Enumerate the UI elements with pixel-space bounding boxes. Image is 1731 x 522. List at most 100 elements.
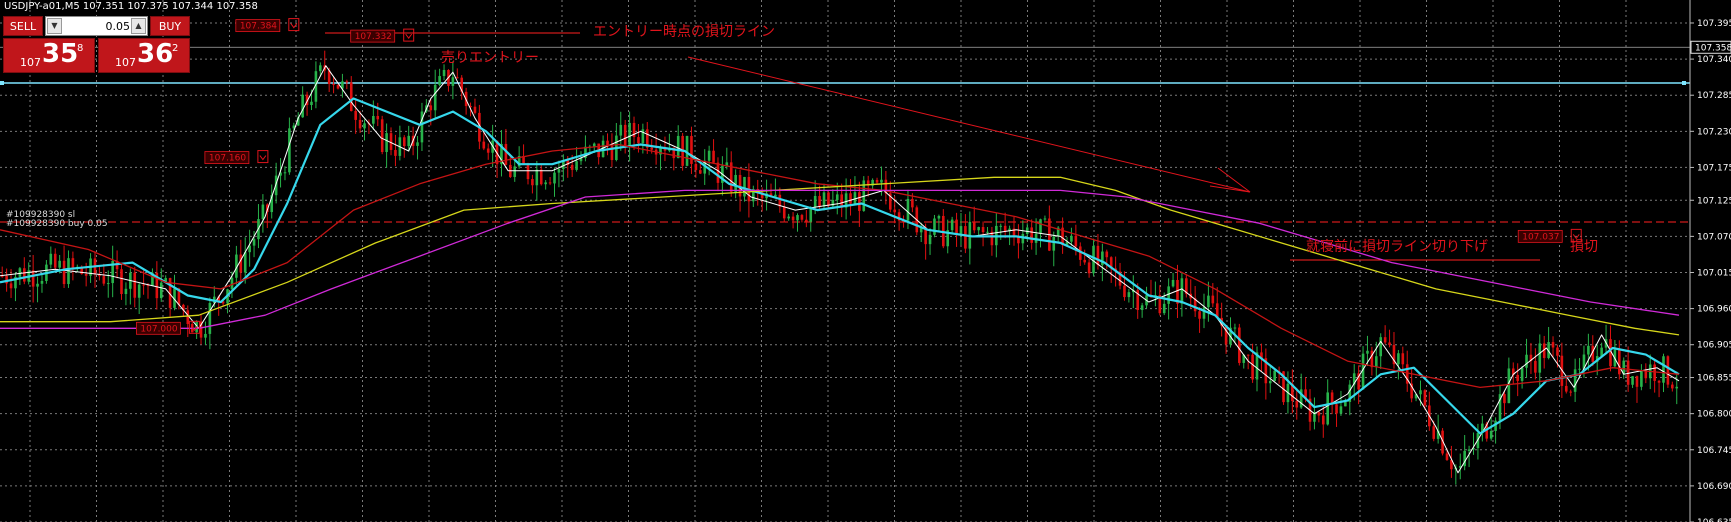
candle-body: [937, 215, 941, 219]
price-tick-label: 107.070: [1697, 232, 1731, 242]
candle-body: [1344, 401, 1347, 407]
buy-button[interactable]: BUY: [150, 16, 190, 36]
candle-body: [473, 106, 477, 113]
lot-decrease-icon[interactable]: ▼: [47, 18, 62, 34]
annotation-stop-out: 損切: [1570, 239, 1598, 255]
candle-body: [1507, 368, 1511, 404]
candle-body: [1268, 381, 1272, 384]
price-tick-label: 107.175: [1697, 163, 1731, 173]
price-tick-label: 106.635: [1697, 518, 1731, 522]
candle-body: [1238, 327, 1241, 363]
candle-body: [345, 81, 349, 83]
candle-body: [239, 254, 243, 273]
trade-arrow-glyph: [290, 23, 298, 29]
buy-price-pip: 2: [172, 43, 179, 54]
candle-body: [1295, 401, 1299, 408]
candle-body: [31, 270, 35, 287]
candle-body: [1335, 404, 1338, 414]
candle-body: [553, 172, 556, 184]
candle-body: [433, 84, 437, 111]
candle-body: [1401, 353, 1405, 365]
candle-body: [120, 269, 123, 295]
candle-body: [319, 65, 322, 72]
candle-body: [416, 142, 419, 146]
ma-line-2: [0, 97, 1680, 435]
candle-body: [363, 123, 366, 129]
sell-button[interactable]: SELL: [3, 16, 43, 36]
candle-body: [482, 141, 486, 149]
candle-body: [429, 105, 433, 111]
symbol-header: USDJPY-a01,M5 107.351 107.375 107.344 10…: [4, 1, 258, 12]
one-click-trading-panel: SELL ▼ ▲ BUY 107 35 8 107 36 2: [3, 16, 190, 73]
candle-body: [959, 226, 963, 234]
candle-body: [288, 128, 291, 173]
candle-body: [71, 258, 75, 268]
order-buy-label: #109928390 buy 0.05: [6, 219, 108, 229]
candle-body: [782, 206, 786, 219]
candle-body: [535, 169, 539, 186]
trade-price-label: 107.160: [209, 154, 246, 164]
candle-body: [1251, 354, 1254, 380]
candle-body: [1043, 218, 1047, 220]
candle-body: [928, 234, 932, 245]
lot-size-stepper[interactable]: ▼ ▲: [45, 16, 148, 36]
candle-body: [106, 283, 110, 285]
candle-body: [1564, 385, 1568, 392]
price-chart[interactable]: 107.384 107.332 107.160 107.000 107.037 107.…: [0, 0, 1731, 522]
sell-price-button[interactable]: 107 35 8: [3, 38, 95, 73]
trade-arrow-marker: [288, 18, 300, 32]
candle-body: [1162, 303, 1166, 314]
candle-body: [1070, 235, 1073, 242]
price-tick-label: 107.395: [1697, 19, 1731, 29]
candle-body: [1640, 370, 1643, 387]
current-price-label: 107.358: [1695, 43, 1731, 53]
candle-body: [142, 284, 145, 286]
candle-body: [124, 288, 128, 295]
candle-body: [999, 225, 1003, 227]
candle-body: [972, 221, 976, 231]
candle-body: [818, 195, 821, 207]
alert-line-handle-right: [1682, 81, 1686, 85]
trend-arrow: [687, 56, 1251, 193]
candle-body: [575, 161, 578, 170]
candle-body: [1538, 343, 1542, 373]
candle-body: [805, 219, 808, 222]
trend-arrow-line: [687, 56, 1251, 193]
alert-line-handle-left: [0, 81, 4, 85]
candle-body: [349, 82, 353, 111]
lot-increase-icon[interactable]: ▲: [131, 18, 146, 34]
horizontal-lines: [0, 32, 1690, 261]
candle-body: [858, 192, 861, 211]
candle-body: [1534, 360, 1537, 373]
candle-body: [1233, 327, 1237, 329]
candle-body: [813, 195, 817, 208]
ma-line-3: [0, 143, 1680, 389]
candle-body: [526, 164, 530, 180]
candle-body: [1631, 376, 1634, 385]
candle-body: [1516, 374, 1519, 381]
candle-body: [1626, 360, 1630, 385]
price-axis-bg: [1690, 0, 1731, 522]
candle-body: [1273, 370, 1276, 382]
candle-body: [9, 283, 13, 289]
candle-body: [707, 150, 711, 161]
candle-body: [62, 260, 66, 285]
candle-body: [1573, 369, 1577, 392]
candle-body: [18, 268, 22, 277]
candle-body: [1489, 430, 1493, 439]
candle-body: [336, 84, 340, 89]
candle-body: [1653, 364, 1656, 381]
candle-body: [1339, 406, 1343, 414]
candle-body: [1657, 380, 1661, 383]
candle-body: [827, 192, 830, 206]
lot-size-input[interactable]: [64, 18, 132, 34]
candle-body: [372, 115, 375, 124]
candle-body: [1180, 278, 1184, 304]
candle-body: [283, 172, 287, 174]
price-tick-label: 106.745: [1697, 446, 1731, 456]
candle-body: [36, 283, 39, 287]
candle-body: [407, 135, 410, 147]
price-tick-label: 106.690: [1697, 482, 1731, 492]
candle-body: [853, 192, 857, 204]
buy-price-button[interactable]: 107 36 2: [98, 38, 190, 73]
